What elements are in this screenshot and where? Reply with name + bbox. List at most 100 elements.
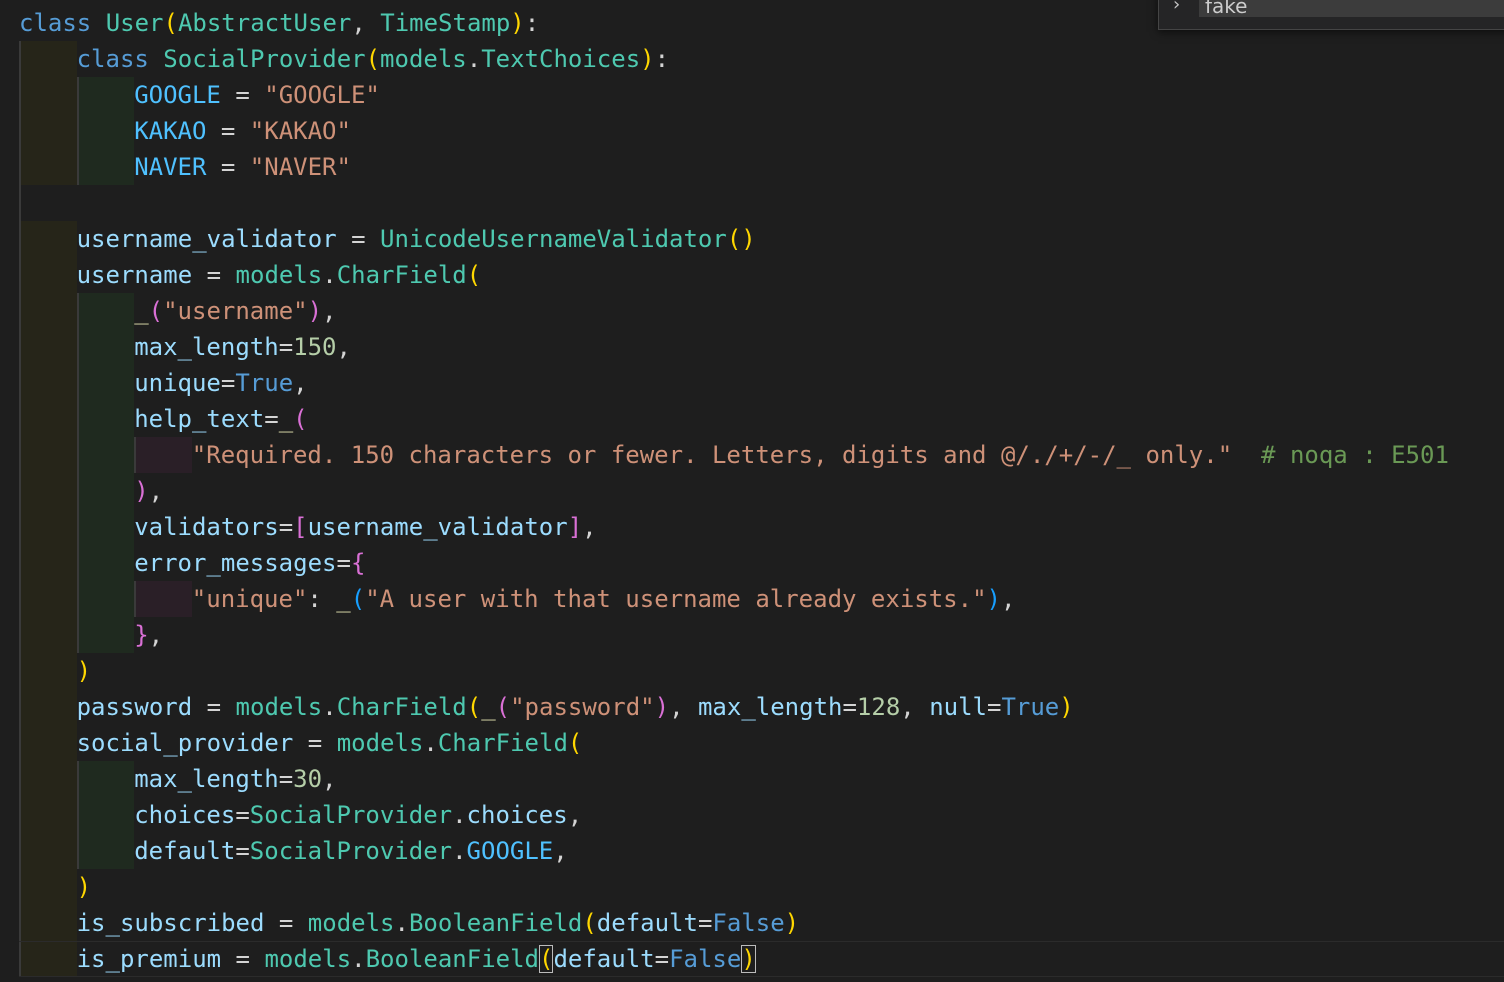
indent-guide	[19, 509, 77, 545]
token-class: User	[105, 9, 164, 37]
indent-guide	[19, 293, 77, 329]
token-punct: ,	[582, 513, 597, 541]
token-operator: =	[264, 405, 279, 433]
token-variable: username_validator	[76, 225, 337, 253]
code-text: GOOGLE = "GOOGLE"	[134, 77, 380, 113]
token-module: models	[307, 909, 395, 937]
token-class: SocialProvider	[163, 45, 366, 73]
code-text: "unique": _("A user with that username a…	[192, 581, 1016, 617]
token-bracket: (	[163, 9, 178, 37]
token-variable: username	[76, 261, 193, 289]
indent-guide	[19, 833, 77, 869]
code-line-2: class SocialProvider(models.TextChoices)…	[0, 41, 1504, 77]
chevron-right-icon[interactable]: ›	[1173, 0, 1180, 15]
indent-guide	[76, 473, 135, 509]
code-text: social_provider = models.CharField(	[77, 725, 583, 761]
code-text: KAKAO = "KAKAO"	[134, 113, 351, 149]
code-text: choices=SocialProvider.choices,	[134, 797, 582, 833]
code-line-16: error_messages={	[0, 545, 1504, 581]
token-string: "A user with that username already exist…	[365, 585, 987, 613]
code-text: is_subscribed = models.BooleanField(defa…	[77, 905, 800, 941]
code-text: class SocialProvider(models.TextChoices)…	[77, 41, 669, 77]
token-keyword: False	[712, 909, 785, 937]
token-bracket: (	[567, 729, 583, 757]
token-parameter: error_messages	[134, 549, 337, 577]
indent-guide	[19, 437, 77, 473]
token-class: UnicodeUsernameValidator	[380, 225, 727, 253]
indent-guide	[76, 617, 135, 653]
token-bracket: }	[134, 621, 149, 649]
indent-guide	[19, 365, 77, 401]
indent-guide	[76, 329, 135, 365]
code-line-6	[0, 185, 1504, 221]
token-punct: :	[654, 45, 670, 73]
token-operator: =	[986, 693, 1002, 721]
code-text: _("username"),	[134, 293, 336, 329]
token-class: TimeStamp	[380, 9, 511, 37]
code-text: default=SocialProvider.GOOGLE,	[134, 833, 568, 869]
find-input[interactable]	[1199, 0, 1504, 17]
token-bracket: )	[640, 45, 655, 73]
token-string: "unique"	[191, 585, 308, 613]
indent-guide	[76, 437, 135, 473]
indent-guide	[19, 149, 77, 185]
code-line-11: unique=True,	[0, 365, 1504, 401]
token-variable: is_subscribed	[76, 909, 265, 937]
code-line-20: password = models.CharField(_("password"…	[0, 689, 1504, 725]
token-string: "NAVER"	[249, 153, 351, 181]
token-operator: =	[220, 81, 265, 109]
token-variable: is_premium	[76, 945, 222, 973]
token-operator: =	[192, 693, 236, 721]
code-text: unique=True,	[134, 365, 307, 401]
token-punct: .	[322, 693, 337, 721]
token-attribute: choices	[466, 801, 568, 829]
token-parameter: default	[596, 909, 698, 937]
indent-guides	[0, 653, 300, 689]
token-bracket: (	[350, 585, 366, 613]
indent-guide	[76, 293, 135, 329]
token-keyword: class	[76, 45, 149, 73]
indent-guide	[76, 77, 135, 113]
token-class: CharField	[437, 729, 568, 757]
indent-guides	[0, 185, 300, 221]
code-text: validators=[username_validator],	[134, 509, 596, 545]
token-variable: password	[76, 693, 193, 721]
code-line-4: KAKAO = "KAKAO"	[0, 113, 1504, 149]
token-parameter: null	[929, 693, 987, 721]
code-text: max_length=30,	[134, 761, 336, 797]
token-class: BooleanField	[408, 909, 583, 937]
indent-guide	[19, 473, 77, 509]
token-punct: ,	[567, 801, 583, 829]
code-line-17: "unique": _("A user with that username a…	[0, 581, 1504, 617]
token-module: models	[235, 261, 323, 289]
token-punct: .	[452, 837, 467, 865]
token-function: _	[134, 297, 149, 325]
token-bracket: (	[466, 261, 482, 289]
code-line-24: default=SocialProvider.GOOGLE,	[0, 833, 1504, 869]
token-class: TextChoices	[481, 45, 641, 73]
code-line-21: social_provider = models.CharField(	[0, 725, 1504, 761]
code-text: NAVER = "NAVER"	[134, 149, 351, 185]
indent-guide	[19, 221, 77, 257]
indent-guide	[76, 113, 135, 149]
token-constant: GOOGLE	[134, 81, 221, 109]
code-line-19: )	[0, 653, 1504, 689]
token-punct: ,	[351, 9, 381, 37]
token-punct: ,	[669, 693, 698, 721]
token-operator: =	[654, 945, 670, 973]
token-parameter: max_length	[697, 693, 843, 721]
code-editor[interactable]: class User(AbstractUser, TimeStamp): cla…	[0, 0, 1504, 982]
code-line-14: ),	[0, 473, 1504, 509]
token-bracket: (	[148, 297, 164, 325]
token-string: "username"	[163, 297, 308, 325]
token-string: "password"	[510, 693, 655, 721]
token-operator: =	[336, 225, 381, 253]
code-line-25: )	[0, 869, 1504, 905]
token-module: models	[336, 729, 424, 757]
token-punct: ,	[900, 693, 930, 721]
token-punct: ,	[1000, 585, 1016, 613]
token-bracket: (	[582, 909, 597, 937]
token-parameter: help_text	[134, 405, 265, 433]
token-punct: ,	[322, 765, 337, 793]
token-operator: =	[697, 909, 713, 937]
